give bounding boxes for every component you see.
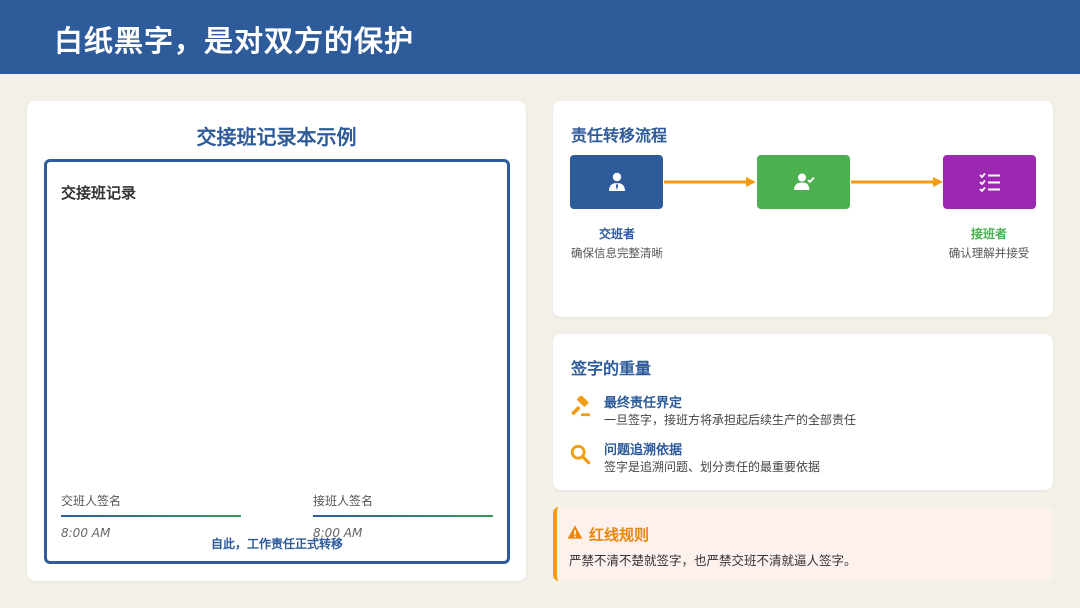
checklist-icon: [978, 172, 1000, 193]
flow-arrow-2: [851, 177, 943, 187]
flow-node-takeover: [943, 155, 1036, 209]
person-check-icon: [793, 173, 815, 190]
transfer-flow-title: 责任转移流程: [571, 126, 668, 145]
page-title: 白纸黑字，是对双方的保护: [54, 24, 415, 58]
red-line-rule-card: 红线规则 严禁不清不楚就签字，也严禁交班不清就逼人签字。: [553, 507, 1053, 581]
signature-point-desc: 一旦签字，接班方将承担起后续生产的全部责任: [604, 413, 857, 427]
warning-icon: [567, 525, 583, 539]
signature-point-traceability: 问题追溯依据 签字是追溯问题、划分责任的最重要依据: [569, 439, 1039, 479]
signature-weight-card: 签字的重量 最终责任界定 一旦签字，接班方将承担起后续生产的全部责任 问题追溯依…: [553, 334, 1053, 490]
handover-signature-label: 交班人签名: [61, 494, 122, 508]
gavel-icon: [571, 396, 591, 417]
responsibility-transfer-note: 自此，工作责任正式转移: [210, 537, 343, 551]
takeover-signature-line: [313, 515, 493, 517]
handover-role: 交班者: [598, 227, 635, 241]
flow-arrow-1: [664, 177, 756, 187]
handover-signature: 交班人签名 8:00 AM: [61, 492, 241, 540]
flow-node-handover: [570, 155, 663, 209]
signature-point-heading: 最终责任界定: [604, 396, 683, 411]
red-line-title: 红线规则: [589, 526, 650, 544]
record-book: 交接班记录 交班人签名 8:00 AM 接班人签名 8:00 AM 自此，工作责…: [44, 159, 510, 564]
header-bar: 白纸黑字，是对双方的保护: [0, 0, 1080, 74]
takeover-role-desc: 确认理解并接受: [948, 246, 1030, 260]
red-line-text: 严禁不清不楚就签字，也严禁交班不清就逼人签字。: [569, 553, 857, 568]
flow-node-verify: [757, 155, 850, 209]
handover-signature-line: [61, 515, 241, 517]
signature-point-responsibility: 最终责任界定 一旦签字，接班方将承担起后续生产的全部责任: [569, 392, 1039, 432]
magnifier-icon: [570, 444, 591, 465]
signature-weight-title: 签字的重量: [571, 359, 652, 378]
signature-point-desc: 签字是追溯问题、划分责任的最重要依据: [604, 460, 821, 474]
person-icon: [608, 172, 625, 191]
record-example-card: 交接班记录本示例 交接班记录 交班人签名 8:00 AM 接班人签名 8:00 …: [27, 101, 526, 581]
handover-role-desc: 确保信息完整清晰: [571, 246, 663, 260]
transfer-flow-card: 责任转移流程 交班者 确保信息完整清晰 接班者 确认理解并接受: [553, 101, 1053, 317]
takeover-role: 接班者: [970, 227, 1007, 241]
signature-point-heading: 问题追溯依据: [604, 443, 683, 458]
handover-caption: 交班者 确保信息完整清晰: [537, 225, 697, 261]
record-title: 交接班记录: [61, 184, 137, 202]
takeover-signature-label: 接班人签名: [313, 494, 374, 508]
takeover-signature: 接班人签名 8:00 AM: [313, 492, 493, 540]
takeover-caption: 接班者 确认理解并接受: [909, 225, 1069, 261]
record-example-title: 交接班记录本示例: [196, 125, 357, 149]
